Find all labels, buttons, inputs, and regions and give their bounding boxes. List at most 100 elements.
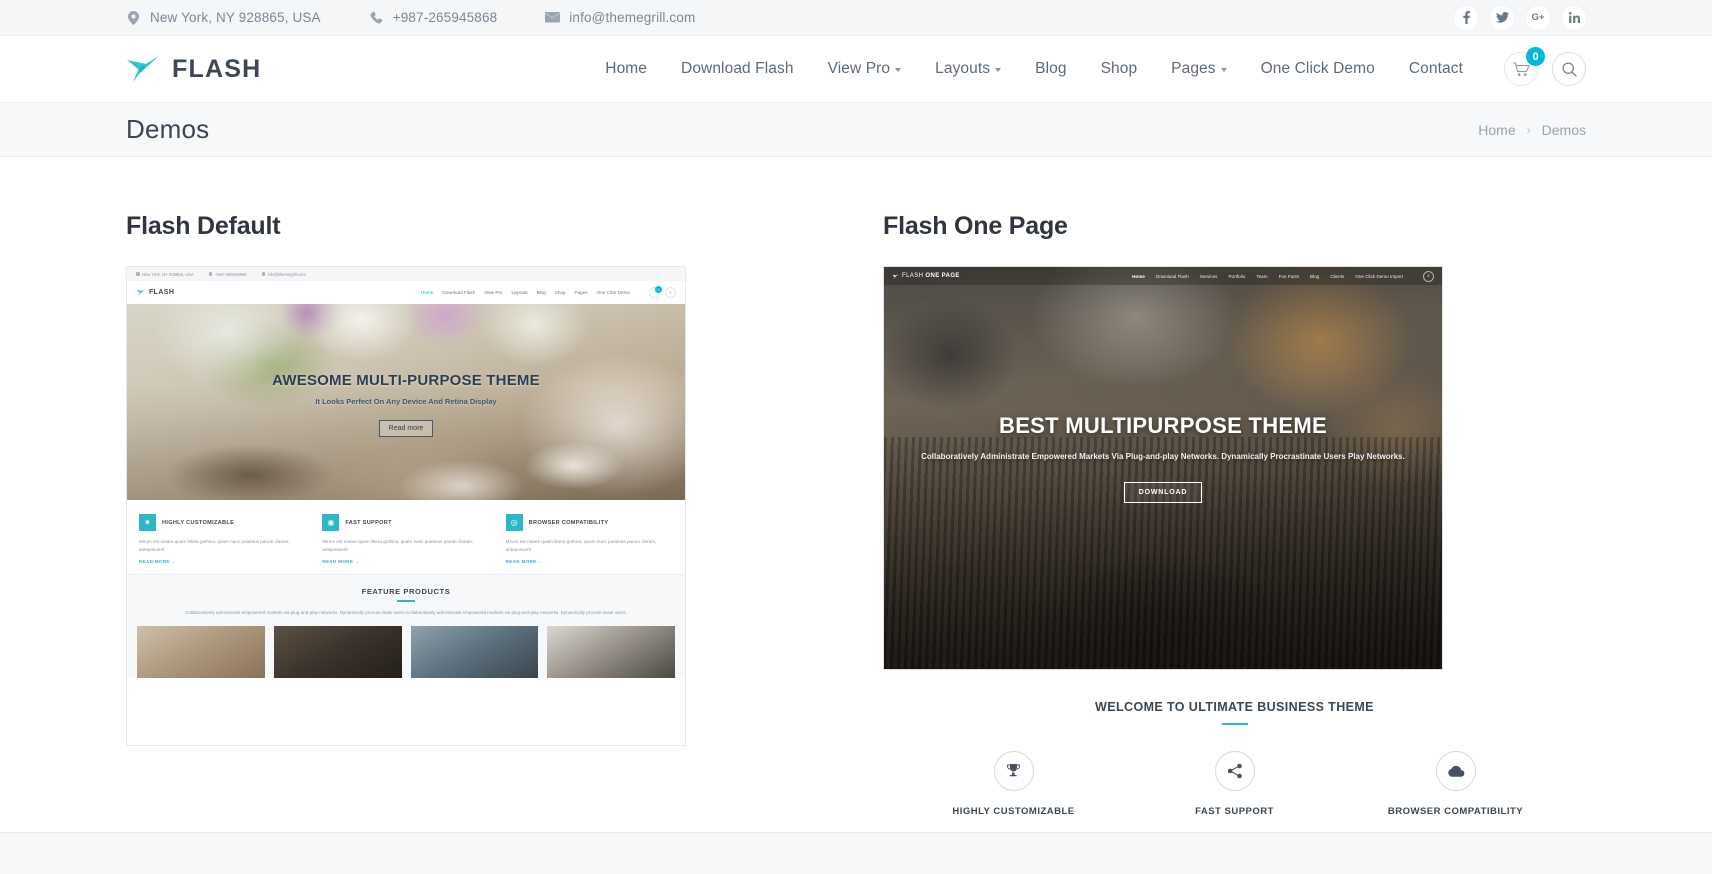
facebook-icon[interactable] xyxy=(1454,5,1478,30)
cloud-icon xyxy=(1435,751,1476,791)
breadcrumb: Home › Demos xyxy=(1478,122,1586,138)
nav-item-home[interactable]: Home xyxy=(588,60,664,78)
site-logo-text: FLASH xyxy=(172,54,262,83)
trophy-icon xyxy=(993,751,1034,791)
preview-feature-title: FAST SUPPORT xyxy=(345,519,392,526)
preview-nav: Home Download Flash View Pro Layouts Blo… xyxy=(420,286,676,298)
search-button[interactable] xyxy=(1552,52,1586,86)
main-navigation: Home Download Flash View Pro Layouts Blo… xyxy=(588,47,1586,86)
nav-item-one-click-demo[interactable]: One Click Demo xyxy=(1244,60,1392,78)
nav-item-blog[interactable]: Blog xyxy=(1018,60,1083,78)
breadcrumb-current: Demos xyxy=(1541,121,1586,138)
preview-nav-item: View Pro xyxy=(484,290,503,295)
envelope-icon xyxy=(261,272,266,276)
nav-label: Shop xyxy=(1100,60,1138,77)
search-icon: ⌕ xyxy=(665,287,676,298)
preview-feature-title: HIGHLY CUSTOMIZABLE xyxy=(162,519,235,526)
preview-product-thumb xyxy=(547,626,675,679)
title-underline xyxy=(397,600,415,602)
preview-email-text: info@themegrill.com xyxy=(267,271,306,277)
preview-products-grid xyxy=(137,626,675,679)
site-logo[interactable]: FLASH xyxy=(126,54,261,84)
op-preview-welcome-title: WELCOME TO ULTIMATE BUSINESS THEME xyxy=(1095,700,1374,714)
topbar-email: info@themegrill.com xyxy=(545,10,695,25)
page-title: Demos xyxy=(126,114,210,144)
preview-products-section: FEATURE PRODUCTS Collaboratively adminis… xyxy=(127,574,685,679)
preview-feature-item: ◉ FAST SUPPORT Mirum est notare quam lit… xyxy=(322,514,489,564)
topbar-email-text: info@themegrill.com xyxy=(569,10,696,25)
nav-label: One Click Demo xyxy=(1260,60,1375,77)
search-icon xyxy=(1561,61,1577,77)
envelope-icon xyxy=(545,10,561,25)
flash-bird-logo-icon xyxy=(127,56,159,82)
preview-topbar-email: info@themegrill.com xyxy=(261,271,306,277)
title-underline xyxy=(1221,723,1248,725)
preview-hero-button: Read more xyxy=(378,419,434,437)
preview-nav-item: One Click Demo xyxy=(596,290,630,295)
preview-nav-item: Pages xyxy=(574,290,588,295)
linkedin-icon[interactable] xyxy=(1562,5,1586,30)
preview-header: FLASH Home Download Flash View Pro Layou… xyxy=(127,281,685,304)
nav-item-pages[interactable]: Pages xyxy=(1154,60,1243,78)
breadcrumb-home-link[interactable]: Home xyxy=(1478,122,1515,138)
demo-card-flash-default: Flash Default New York, NY 928865, USA +… xyxy=(126,212,829,817)
flash-bird-logo-icon xyxy=(136,288,146,297)
nav-label: Download Flash xyxy=(681,60,794,77)
preview-nav-item: Home xyxy=(420,290,434,295)
demo-card-flash-one-page: Flash One Page FLASH ONE PAGE Home Downl… xyxy=(883,212,1586,817)
op-preview-hero-subtitle: Collaboratively Administrate Empowered M… xyxy=(921,452,1405,462)
location-pin-icon xyxy=(136,272,140,276)
demos-grid: Flash Default New York, NY 928865, USA +… xyxy=(126,157,1586,817)
op-preview-icon-row: HIGHLY CUSTOMIZABLE FAST SUPPORT BROWSER… xyxy=(883,751,1586,817)
nav-label: Pages xyxy=(1171,60,1216,77)
nav-label: Layouts xyxy=(935,60,991,77)
op-preview-icon-label: FAST SUPPORT xyxy=(1195,806,1274,817)
op-preview-icon-label: BROWSER COMPATIBILITY xyxy=(1387,806,1524,817)
google-plus-icon[interactable]: G+ xyxy=(1526,5,1550,30)
preview-logo: FLASH xyxy=(136,288,174,297)
social-links: G+ xyxy=(1454,5,1586,30)
nav-item-download-flash[interactable]: Download Flash xyxy=(664,60,811,78)
cart-count-badge: 0 xyxy=(655,286,662,293)
preview-feature-item: ✷ HIGHLY CUSTOMIZABLE Mirum est notare q… xyxy=(139,514,306,564)
preview-feature-link: READ MORE → xyxy=(322,559,360,565)
preview-features: ✷ HIGHLY CUSTOMIZABLE Mirum est notare q… xyxy=(127,500,685,575)
preview-feature-body: Mirum est notare quam littera gothica, q… xyxy=(139,539,290,552)
nav-item-view-pro[interactable]: View Pro xyxy=(811,60,919,78)
site-header: FLASH Home Download Flash View Pro Layou… xyxy=(0,36,1712,103)
preview-feature-link: READ MORE → xyxy=(139,559,177,565)
page-title-bar: Demos Home › Demos xyxy=(0,103,1712,157)
cart-count-badge: 0 xyxy=(1526,47,1545,66)
demo-preview-flash-one-page[interactable]: FLASH ONE PAGE Home Download Flash Servi… xyxy=(883,266,1443,670)
preview-feature-body: Mirum est notare quam littera gothica, q… xyxy=(322,539,473,552)
gear-icon: ✷ xyxy=(139,514,156,531)
demo-preview-flash-default[interactable]: New York, NY 928865, USA +987-265945868 … xyxy=(126,266,686,746)
preview-product-thumb xyxy=(410,626,539,679)
preview-nav-item: Layouts xyxy=(511,290,528,295)
op-preview-icon-item: FAST SUPPORT xyxy=(1155,751,1315,817)
footer-strip xyxy=(0,833,1712,874)
demo-title-flash-default: Flash Default xyxy=(126,212,281,240)
topbar-address: New York, NY 928865, USA xyxy=(126,10,321,25)
preview-feature-body: Mirum est notare quam littera gothica, q… xyxy=(505,539,657,552)
nav-item-layouts[interactable]: Layouts xyxy=(918,60,1018,78)
preview-product-thumb xyxy=(273,626,402,679)
cart-button[interactable]: 0 xyxy=(1504,47,1545,86)
preview-nav-item: Shop xyxy=(554,290,566,295)
preview-nav-item: Download Flash xyxy=(442,290,476,295)
phone-icon xyxy=(369,10,384,25)
twitter-icon[interactable] xyxy=(1490,5,1514,30)
preview-feature-item: ◎ BROWSER COMPATIBILITY Mirum est notare… xyxy=(505,514,673,565)
op-preview-hero: FLASH ONE PAGE Home Download Flash Servi… xyxy=(884,267,1442,669)
topbar-phone: +987-265945868 xyxy=(369,10,498,25)
topbar-phone-text: +987-265945868 xyxy=(392,10,498,25)
nav-item-contact[interactable]: Contact xyxy=(1392,60,1480,78)
preview-hero-subtitle: It Looks Perfect On Any Device And Retin… xyxy=(315,396,497,406)
top-info-bar: New York, NY 928865, USA +987-265945868 … xyxy=(0,0,1712,36)
nav-label: Home xyxy=(605,60,648,77)
op-preview-icon-label: HIGHLY CUSTOMIZABLE xyxy=(952,806,1075,817)
breadcrumb-separator-icon: › xyxy=(1526,122,1531,137)
nav-label: Blog xyxy=(1035,60,1067,77)
preview-feature-link: READ MORE → xyxy=(505,559,543,565)
nav-item-shop[interactable]: Shop xyxy=(1084,60,1155,78)
